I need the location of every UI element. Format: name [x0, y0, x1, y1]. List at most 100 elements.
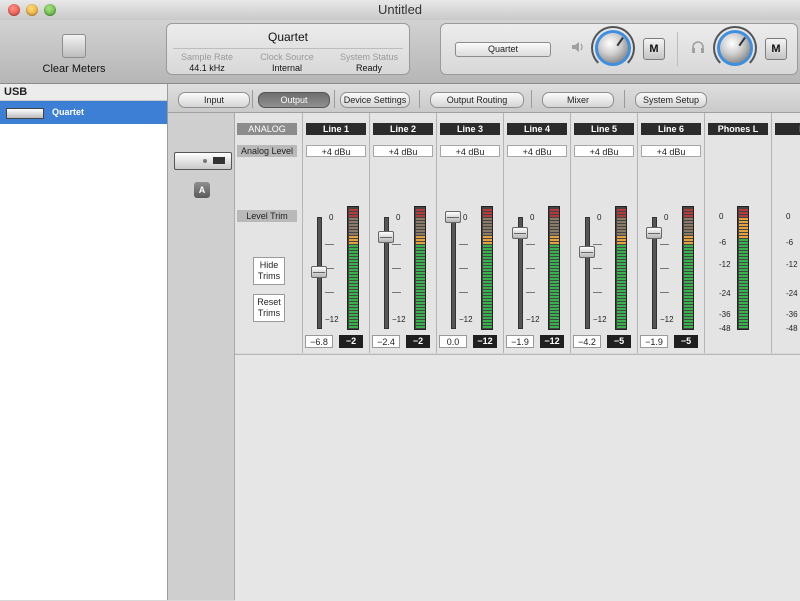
trim-value-field[interactable]: −1.9	[506, 335, 534, 348]
device-name: Quartet	[267, 30, 309, 44]
phones-strip: Phones L 0 -6 -12 -24 -36 -48	[705, 113, 772, 353]
headphone-volume-knob[interactable]	[717, 30, 753, 66]
meter-segment	[483, 248, 492, 250]
tab-system-setup[interactable]: System Setup	[635, 92, 707, 108]
meter-segment	[349, 245, 358, 247]
meter-segment	[416, 320, 425, 322]
meter-segment	[550, 305, 559, 307]
divider	[419, 90, 420, 108]
meter-segment	[684, 251, 693, 253]
meter-segment	[739, 254, 748, 256]
meter-segment	[416, 263, 425, 265]
speaker-mute-button[interactable]: M	[643, 38, 665, 60]
analog-level-select[interactable]: +4 dBu	[440, 145, 500, 157]
analog-level-select[interactable]: +4 dBu	[373, 145, 433, 157]
reset-trims-button[interactable]: Reset Trims	[253, 294, 285, 322]
clear-meters-button[interactable]	[62, 34, 86, 58]
channel-name: Line 1	[306, 123, 366, 135]
level-trim-fader[interactable]	[311, 266, 327, 278]
zoom-window-button[interactable]	[44, 4, 56, 16]
meter-segment	[684, 314, 693, 316]
meter-segment	[617, 224, 626, 226]
meter-segment	[550, 323, 559, 325]
meter-segment	[416, 224, 425, 226]
meter-segment	[483, 209, 492, 211]
level-trim-fader[interactable]	[445, 211, 461, 223]
analog-level-select[interactable]: +4 dBu	[641, 145, 701, 157]
level-trim-fader[interactable]	[579, 246, 595, 258]
meter-segment	[684, 290, 693, 292]
meter-segment	[617, 323, 626, 325]
analog-level-select[interactable]: +4 dBu	[306, 145, 366, 157]
volume-device-field[interactable]: Quartet	[455, 42, 551, 57]
tab-bar: Input Output Device Settings Output Rout…	[168, 84, 800, 113]
tab-device-settings[interactable]: Device Settings	[340, 92, 410, 108]
meter-segment	[349, 305, 358, 307]
level-trim-fader[interactable]	[646, 227, 662, 239]
hide-trims-button[interactable]: Hide Trims	[253, 257, 285, 285]
meter-segment	[349, 293, 358, 295]
tab-mixer[interactable]: Mixer	[542, 92, 614, 108]
trim-value-field[interactable]: −1.9	[640, 335, 668, 348]
meter-segment	[416, 242, 425, 244]
tab-output-routing[interactable]: Output Routing	[430, 92, 524, 108]
divider	[531, 90, 532, 108]
tab-input[interactable]: Input	[178, 92, 250, 108]
meter-segment	[550, 221, 559, 223]
meter-segment	[739, 236, 748, 238]
channel-name: Line 2	[373, 123, 433, 135]
phones-scale-label: -6	[719, 238, 727, 247]
trim-value-field[interactable]: 0.0	[439, 335, 467, 348]
device-a-button[interactable]: A	[194, 182, 210, 198]
fader-tick	[325, 244, 334, 245]
meter-segment	[739, 275, 748, 277]
meter-segment	[483, 230, 492, 232]
speaker-icon	[571, 40, 585, 57]
fader-scale-bottom: −12	[660, 315, 674, 324]
trim-value-field[interactable]: −4.2	[573, 335, 601, 348]
meter-segment	[550, 326, 559, 328]
meter-segment	[739, 326, 748, 328]
meter-segment	[550, 293, 559, 295]
meter-segment	[617, 311, 626, 313]
analog-level-select[interactable]: +4 dBu	[507, 145, 567, 157]
fader-scale-top: 0	[597, 213, 602, 222]
reset-trims-line1: Reset	[257, 297, 281, 307]
close-window-button[interactable]	[8, 4, 20, 16]
meter-segment	[550, 308, 559, 310]
analog-level-select[interactable]: +4 dBu	[574, 145, 634, 157]
meter-segment	[416, 299, 425, 301]
meter-segment	[349, 224, 358, 226]
meter-segment	[416, 284, 425, 286]
meter-segment	[483, 224, 492, 226]
meter-segment	[550, 215, 559, 217]
fader-tick	[593, 268, 602, 269]
trim-value-field[interactable]: −2.4	[372, 335, 400, 348]
fader-scale-bottom: −12	[392, 315, 406, 324]
headphone-mute-button[interactable]: M	[765, 38, 787, 60]
minimize-window-button[interactable]	[26, 4, 38, 16]
channel-name: Line 5	[574, 123, 634, 135]
meter-segment	[617, 326, 626, 328]
meter-segment	[416, 233, 425, 235]
meter-segment	[416, 302, 425, 304]
divider	[334, 90, 335, 108]
meter-segment	[550, 278, 559, 280]
level-trim-fader[interactable]	[512, 227, 528, 239]
meter-segment	[739, 224, 748, 226]
meter-segment	[483, 263, 492, 265]
meter-segment	[349, 236, 358, 238]
meter-segment	[684, 296, 693, 298]
speaker-volume-knob[interactable]	[595, 30, 631, 66]
trim-value-field[interactable]: −6.8	[305, 335, 333, 348]
meter-segment	[349, 248, 358, 250]
level-trim-fader[interactable]	[378, 231, 394, 243]
meter-segment	[349, 269, 358, 271]
sidebar-item-quartet[interactable]: Quartet	[0, 101, 167, 124]
tab-output[interactable]: Output	[258, 92, 330, 108]
meter-segment	[617, 227, 626, 229]
meter-segment	[617, 284, 626, 286]
meter-segment	[349, 257, 358, 259]
meter-segment	[416, 314, 425, 316]
meter-segment	[349, 254, 358, 256]
